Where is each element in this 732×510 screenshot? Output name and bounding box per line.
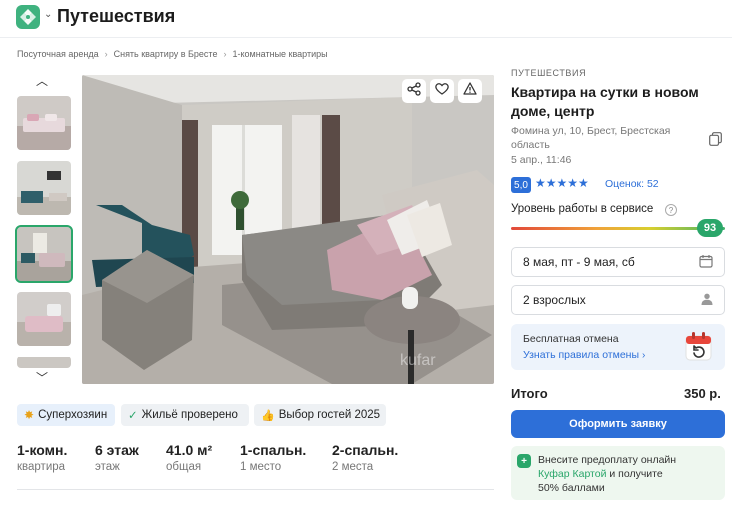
cancel-rules-link[interactable]: Узнать правила отмены › bbox=[523, 349, 645, 361]
main-photo[interactable]: kufar bbox=[82, 75, 494, 384]
promo-text: Внесите предоплату онлайн Куфар Картой и… bbox=[538, 453, 718, 495]
share-icon bbox=[407, 81, 421, 101]
kufar-card-link[interactable]: Куфар Картой bbox=[538, 468, 606, 480]
listing-date: 5 апр., 11:46 bbox=[511, 154, 572, 166]
fact-double-beds-value: 2-спальн. bbox=[332, 442, 399, 458]
copy-icon[interactable] bbox=[709, 132, 722, 151]
fact-double-beds-label: 2 места bbox=[332, 461, 374, 473]
cancel-rules-label: Узнать правила отмены bbox=[523, 349, 640, 361]
rating-stars-icon: ★★★★★ bbox=[535, 176, 589, 190]
thumbnails-up-icon[interactable]: ︿ bbox=[36, 72, 48, 89]
favorite-button[interactable] bbox=[430, 79, 454, 103]
thumbnails-down-icon[interactable]: ﹀ bbox=[36, 369, 48, 386]
fact-area-label: общая bbox=[166, 461, 202, 473]
photo-thumbnail[interactable] bbox=[17, 292, 71, 346]
promo-line2: и получите bbox=[606, 468, 663, 480]
photo-watermark: kufar bbox=[400, 352, 436, 369]
photo-thumbnail[interactable] bbox=[17, 96, 71, 150]
breadcrumb-separator-icon: › bbox=[104, 49, 108, 59]
guests-value: 2 взрослых bbox=[523, 293, 586, 307]
photo-thumbnail[interactable] bbox=[17, 356, 71, 368]
total-label: Итого bbox=[511, 386, 548, 401]
plus-icon: + bbox=[517, 454, 531, 468]
breadcrumb-item[interactable]: Посуточная аренда bbox=[17, 49, 99, 59]
dates-value: 8 мая, пт - 9 мая, сб bbox=[523, 255, 635, 269]
listing-title: Квартира на сутки в новом доме, центр bbox=[511, 84, 699, 119]
section-divider bbox=[17, 489, 494, 490]
free-cancel-title: Бесплатная отмена bbox=[523, 333, 619, 345]
fact-rooms-label: квартира bbox=[17, 461, 66, 473]
breadcrumb-item[interactable]: 1-комнатные квартиры bbox=[232, 49, 327, 59]
verified-badge: ✓ Жильё проверено bbox=[121, 404, 249, 426]
calendar-cancel-icon bbox=[684, 331, 714, 368]
listing-category[interactable]: ПУТЕШЕСТВИЯ bbox=[511, 68, 586, 78]
breadcrumb: Посуточная аренда › Снять квартиру в Брест… bbox=[17, 49, 328, 59]
breadcrumb-item[interactable]: Снять квартиру в Бресте bbox=[114, 49, 218, 59]
total-price: 350 р. bbox=[684, 386, 721, 401]
warning-icon bbox=[463, 82, 477, 100]
submit-request-button[interactable]: Оформить заявку bbox=[511, 410, 725, 438]
chevron-down-icon[interactable]: ⌄ bbox=[44, 9, 52, 20]
fact-floor-label: этаж bbox=[95, 461, 120, 473]
superhost-badge: ✸ Суперхозяин bbox=[17, 404, 115, 426]
guests-choice-label: Выбор гостей 2025 bbox=[278, 409, 381, 421]
chevron-right-icon: › bbox=[641, 350, 646, 361]
fact-floor-value: 6 этаж bbox=[95, 442, 139, 458]
breadcrumb-separator-icon: › bbox=[223, 49, 227, 59]
app-logo-icon[interactable] bbox=[16, 5, 40, 29]
thumbs-up-icon: 👍 bbox=[261, 409, 275, 422]
check-icon: ✓ bbox=[128, 410, 138, 422]
guests-field[interactable]: 2 взрослых bbox=[511, 285, 725, 315]
listing-address: Фомина ул, 10, Брест, Брестская область bbox=[511, 125, 671, 151]
service-level-score: 93 bbox=[697, 219, 724, 237]
dates-field[interactable]: 8 мая, пт - 9 мая, сб bbox=[511, 247, 725, 277]
promo-line1: Внесите предоплату онлайн bbox=[538, 454, 677, 466]
photo-thumbnail[interactable] bbox=[17, 161, 71, 215]
fact-single-beds-value: 1-спальн. bbox=[240, 442, 307, 458]
person-icon bbox=[701, 293, 713, 308]
service-level-label: Уровень работы в сервисе bbox=[511, 203, 654, 215]
heart-icon bbox=[435, 82, 449, 100]
share-button[interactable] bbox=[402, 79, 426, 103]
verified-label: Жильё проверено bbox=[141, 409, 238, 421]
superhost-label: Суперхозяин bbox=[38, 409, 108, 421]
fact-rooms-value: 1-комн. bbox=[17, 442, 68, 458]
report-button[interactable] bbox=[458, 79, 482, 103]
service-level-bar bbox=[511, 227, 725, 230]
reviews-link[interactable]: Оценок: 52 bbox=[605, 178, 659, 190]
rating-badge: 5,0 bbox=[511, 177, 531, 193]
guests-choice-badge: 👍 Выбор гостей 2025 bbox=[254, 404, 386, 426]
photo-thumbnail-active[interactable] bbox=[15, 225, 73, 283]
section-title[interactable]: Путешествия bbox=[57, 6, 175, 27]
promo-line3: 50% баллами bbox=[538, 482, 605, 494]
fact-area-value: 41.0 м² bbox=[166, 442, 213, 458]
calendar-icon bbox=[699, 254, 713, 271]
fact-single-beds-label: 1 место bbox=[240, 461, 282, 473]
help-icon[interactable]: ? bbox=[665, 204, 677, 216]
superhost-icon: ✸ bbox=[24, 408, 35, 422]
